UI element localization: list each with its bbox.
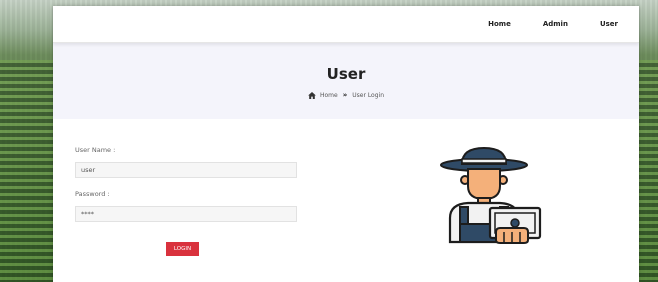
- password-input[interactable]: [75, 206, 297, 222]
- login-button[interactable]: LOGIN: [166, 242, 199, 256]
- breadcrumb-current: User Login: [352, 91, 385, 99]
- page-banner: User Home » User Login: [53, 43, 639, 119]
- username-label: User Name :: [75, 146, 116, 154]
- nav-home-link[interactable]: Home: [488, 20, 511, 28]
- top-navbar: Home Admin User: [53, 6, 639, 43]
- home-icon: [308, 91, 316, 99]
- breadcrumb-separator: »: [342, 91, 348, 99]
- nav-user-link[interactable]: User: [600, 20, 618, 28]
- username-input[interactable]: [75, 162, 297, 178]
- farmer-laptop-icon: [440, 146, 542, 244]
- breadcrumb-home-link[interactable]: Home: [320, 92, 338, 99]
- login-form: User Name : Password : LOGIN: [75, 146, 300, 256]
- password-label: Password :: [75, 190, 110, 198]
- page-container: Home Admin User User Home » User Login U…: [53, 6, 639, 282]
- page-title: User: [326, 65, 366, 83]
- breadcrumb: Home » User Login: [308, 91, 384, 99]
- nav-admin-link[interactable]: Admin: [543, 20, 568, 28]
